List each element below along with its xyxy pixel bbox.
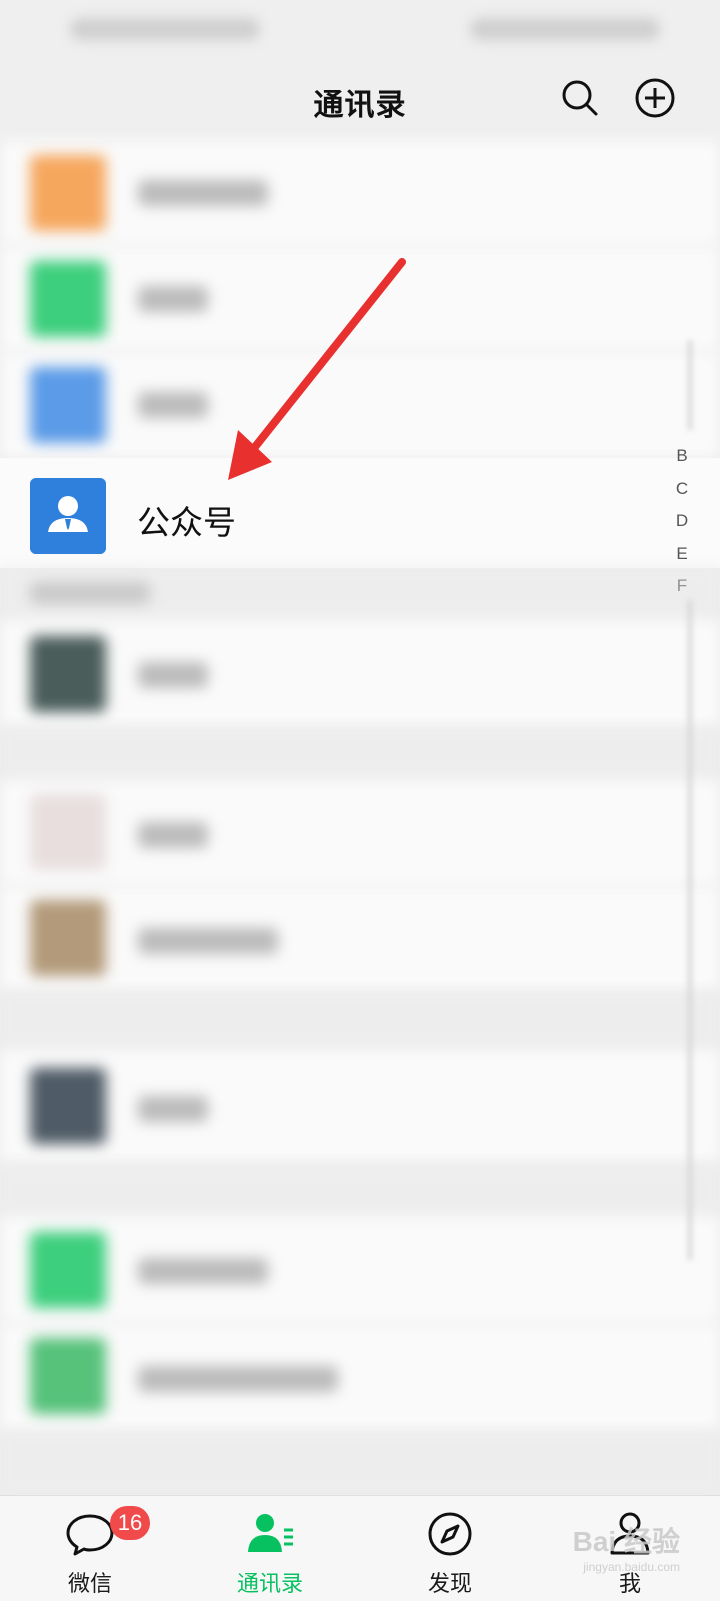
- blurred-label: [138, 822, 208, 848]
- compass-icon: [428, 1512, 472, 1556]
- contact-row[interactable]: [0, 780, 720, 886]
- section-header: [0, 992, 720, 1050]
- tab-label: 微信: [67, 1571, 112, 1596]
- blurred-label: [138, 1258, 268, 1284]
- tab-contacts[interactable]: 通讯录: [190, 1496, 350, 1601]
- unread-badge: 16: [110, 1506, 150, 1540]
- contact-row[interactable]: [0, 886, 720, 992]
- contact-row[interactable]: [0, 620, 720, 728]
- blurred-label: [138, 1366, 338, 1392]
- chat-bubble-icon: [66, 1514, 114, 1556]
- tab-label: 通讯录: [236, 1571, 303, 1596]
- avatar: [30, 636, 106, 712]
- avatar: [30, 794, 106, 870]
- tab-label: 发现: [427, 1571, 472, 1596]
- avatar: [30, 1338, 106, 1414]
- contact-row[interactable]: [0, 1050, 720, 1164]
- watermark-brand: Bai 经验: [572, 1526, 680, 1557]
- section-header: [0, 1432, 720, 1495]
- tab-chats[interactable]: 16 微信: [10, 1496, 170, 1601]
- section-header: [0, 1164, 720, 1216]
- avatar: [30, 900, 106, 976]
- annotation-arrow: [228, 258, 406, 480]
- blurred-label: [138, 662, 208, 688]
- contact-row[interactable]: [0, 1324, 720, 1432]
- blurred-label: [138, 928, 278, 954]
- tab-discover[interactable]: 发现: [370, 1496, 530, 1601]
- avatar: [30, 1232, 106, 1308]
- index-track-blur: [688, 600, 692, 1260]
- contact-row[interactable]: [0, 1216, 720, 1324]
- section-header: [0, 728, 720, 780]
- avatar: [30, 1068, 106, 1144]
- watermark-url: jingyan.baidu.com: [583, 1560, 680, 1574]
- baidu-watermark: Bai 经验 jingyan.baidu.com: [573, 1520, 680, 1574]
- contacts-icon: [248, 1514, 293, 1552]
- blurred-label: [138, 1096, 208, 1122]
